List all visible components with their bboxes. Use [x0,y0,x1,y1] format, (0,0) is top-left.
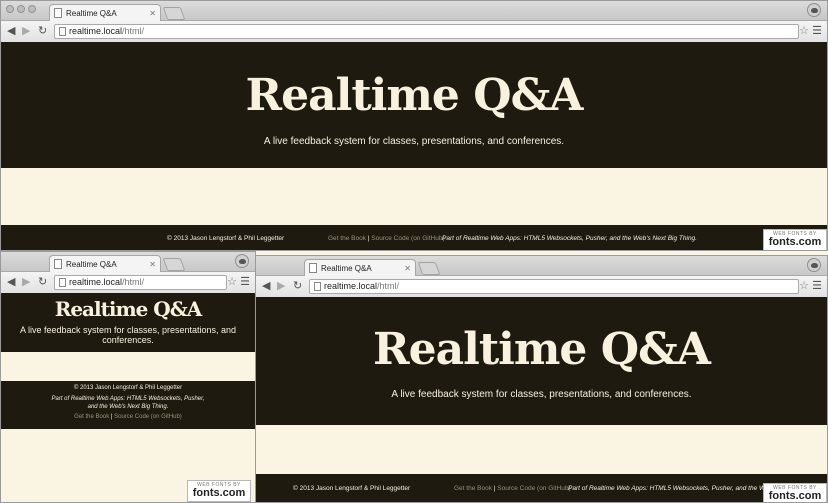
footer: © 2013 Jason Lengstorf & Phil Leggetter … [1,381,255,429]
get-the-book-link[interactable]: Get the Book [328,235,366,242]
arrow-left-icon[interactable]: ◀ [262,279,270,293]
site-tagline: A live feedback system for classes, pres… [263,136,565,147]
reload-icon[interactable]: ↻ [38,24,47,38]
footer-part-of: Part of Realtime Web Apps: HTML5 Websock… [442,235,697,242]
reload-icon[interactable]: ↻ [38,275,47,289]
header-banner: Realtime Q&A A live feedback system for … [1,42,827,168]
header-banner: Realtime Q&A A live feedback system for … [1,293,255,352]
footer: © 2013 Jason Lengstorf & Phil Leggetter … [256,474,827,502]
footer-copyright: © 2013 Jason Lengstorf & Phil Leggetter [293,485,411,492]
link-separator: | [110,414,113,420]
star-icon[interactable]: ☆ [799,279,809,292]
site-title: Realtime Q&A [54,297,203,321]
browser-window-medium: Realtime Q&A ✕ ◀ ▶ ↻ realtime.local/html… [255,255,828,503]
badge-brand-text: fonts.com [192,487,246,499]
tab-strip: Realtime Q&A ✕ [1,252,255,272]
arrow-right-icon[interactable]: ▶ [22,24,30,38]
tab-active[interactable]: Realtime Q&A ✕ [49,4,161,21]
footer-links: Get the Book | Source Code (on GitHub) [454,485,571,492]
footer-links: Get the Book | Source Code (on GitHub) [328,235,445,242]
browser-window-wide: Realtime Q&A ✕ ◀ ▶ ↻ realtime.local/html… [0,0,828,251]
url-host: realtime.local [69,277,123,287]
toolbar: ◀ ▶ ↻ realtime.local/html/ ☆ ☰ [256,276,827,298]
close-icon[interactable]: ✕ [149,9,156,18]
page-icon [59,27,66,36]
page-content: Realtime Q&A A live feedback system for … [1,293,255,502]
footer: © 2013 Jason Lengstorf & Phil Leggetter … [1,225,827,250]
fonts-com-badge[interactable]: WEB FONTS BY fonts.com [763,229,827,250]
close-icon[interactable]: ✕ [404,264,411,273]
site-tagline: A live feedback system for classes, pres… [19,325,237,345]
page-content: Realtime Q&A A live feedback system for … [1,42,827,250]
address-bar[interactable]: realtime.local/html/ [309,279,799,294]
page-icon [309,263,317,273]
close-window-button[interactable] [6,5,14,13]
tab-active[interactable]: Realtime Q&A ✕ [304,259,416,276]
tab-strip: Realtime Q&A ✕ [1,1,827,21]
profile-avatar-icon[interactable] [235,254,249,268]
browser-window-narrow: Realtime Q&A ✕ ◀ ▶ ↻ realtime.local/html… [0,251,256,503]
link-separator: | [493,485,496,492]
hamburger-menu-icon[interactable]: ☰ [812,24,822,37]
tab-title: Realtime Q&A [66,8,117,18]
star-icon[interactable]: ☆ [227,275,237,288]
footer-copyright: © 2013 Jason Lengstorf & Phil Leggetter [73,385,183,391]
arrow-left-icon[interactable]: ◀ [7,24,15,38]
close-icon[interactable]: ✕ [149,260,156,269]
new-tab-button[interactable] [162,7,186,20]
page-content: Realtime Q&A A live feedback system for … [256,297,827,502]
source-code-link[interactable]: Source Code (on GitHub) [114,414,182,420]
toolbar: ◀ ▶ ↻ realtime.local/html/ ☆ ☰ [1,21,827,43]
new-tab-button[interactable] [162,258,186,271]
new-tab-button[interactable] [417,262,441,275]
source-code-link[interactable]: Source Code (on GitHub) [497,485,570,492]
arrow-right-icon[interactable]: ▶ [277,279,285,293]
badge-brand-text: fonts.com [768,490,822,502]
tab-strip: Realtime Q&A ✕ [256,256,827,276]
page-icon [314,282,321,291]
profile-avatar-icon[interactable] [807,3,821,17]
get-the-book-link[interactable]: Get the Book [454,485,492,492]
address-bar[interactable]: realtime.local/html/ [54,275,227,290]
hamburger-menu-icon[interactable]: ☰ [812,279,822,292]
fonts-com-badge[interactable]: WEB FONTS BY fonts.com [187,480,251,502]
page-icon [54,8,62,18]
url-host: realtime.local [324,281,378,291]
tab-active[interactable]: Realtime Q&A ✕ [49,255,161,272]
window-controls [6,5,36,13]
url-path: /html/ [377,281,400,291]
tab-title: Realtime Q&A [321,263,372,273]
footer-links: Get the Book | Source Code (on GitHub) [1,414,255,420]
source-code-link[interactable]: Source Code (on GitHub) [371,235,444,242]
header-banner: Realtime Q&A A live feedback system for … [256,297,827,425]
page-icon [59,278,66,287]
hamburger-menu-icon[interactable]: ☰ [240,275,250,288]
footer-copyright: © 2013 Jason Lengstorf & Phil Leggetter [167,235,285,242]
get-the-book-link[interactable]: Get the Book [74,414,109,420]
reload-icon[interactable]: ↻ [293,279,302,293]
fonts-com-badge[interactable]: WEB FONTS BY fonts.com [763,483,827,502]
toolbar: ◀ ▶ ↻ realtime.local/html/ ☆ ☰ [1,272,255,294]
badge-brand-text: fonts.com [768,236,822,248]
arrow-left-icon[interactable]: ◀ [7,275,15,289]
site-tagline: A live feedback system for classes, pres… [391,389,692,400]
zoom-window-button[interactable] [28,5,36,13]
tab-title: Realtime Q&A [66,259,117,269]
profile-avatar-icon[interactable] [807,258,821,272]
url-path: /html/ [122,26,145,36]
footer-part-of: Part of Realtime Web Apps: HTML5 Websock… [51,396,205,410]
url-path: /html/ [122,277,145,287]
site-title: Realtime Q&A [245,70,584,121]
site-title: Realtime Q&A [373,324,711,375]
star-icon[interactable]: ☆ [799,24,809,37]
link-separator: | [367,235,370,242]
address-bar[interactable]: realtime.local/html/ [54,24,799,39]
minimize-window-button[interactable] [17,5,25,13]
arrow-right-icon[interactable]: ▶ [22,275,30,289]
url-host: realtime.local [69,26,123,36]
page-icon [54,259,62,269]
